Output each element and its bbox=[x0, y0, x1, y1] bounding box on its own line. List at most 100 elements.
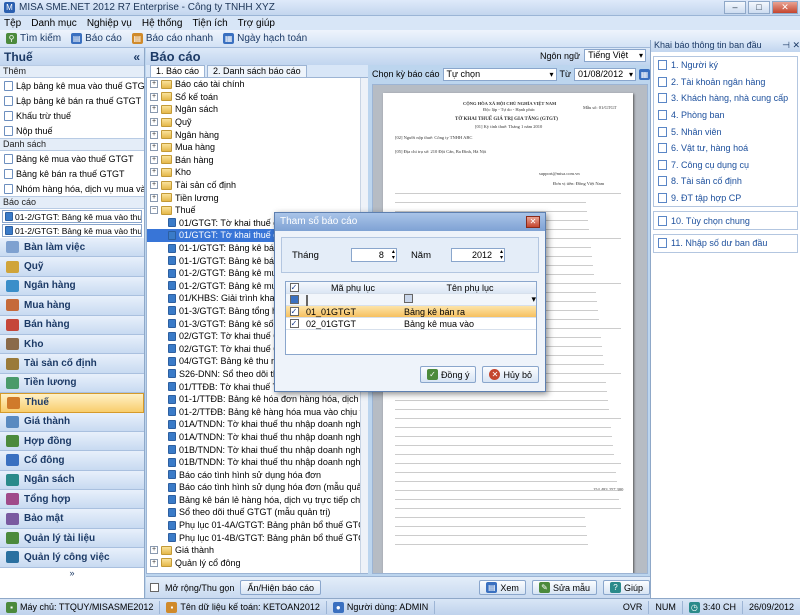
tree-item-32[interactable]: Báo cáo tình hình sử dụng hóa đơn (mẫu q… bbox=[147, 481, 367, 494]
module-8[interactable]: Thuế bbox=[0, 393, 144, 413]
expand-icon[interactable]: + bbox=[150, 118, 158, 127]
module-15[interactable]: Quản lý tài liệu bbox=[0, 528, 144, 549]
setup-item-group1-2[interactable]: 3. Khách hàng, nhà cung cấp bbox=[654, 90, 797, 107]
tree-item-8[interactable]: + Tài sản cố định bbox=[147, 179, 367, 192]
module-3[interactable]: Mua hàng bbox=[0, 296, 144, 316]
dialog-close-icon[interactable]: ✕ bbox=[526, 216, 540, 228]
expand-icon[interactable]: + bbox=[150, 105, 158, 114]
collapse-icon[interactable]: « bbox=[133, 50, 140, 64]
period-dropdown[interactable]: Tự chọn bbox=[442, 67, 557, 81]
tree-item-28[interactable]: 01A/TNDN: Tờ khai thuế thu nhập doanh ng… bbox=[147, 431, 367, 444]
select-all-checkbox[interactable]: ✓ bbox=[289, 283, 299, 292]
tree-item-38[interactable]: + Quản lý cổ đông bbox=[147, 557, 367, 570]
module-9[interactable]: Giá thành bbox=[0, 412, 144, 432]
setup-item-group1-6[interactable]: 7. Công cụ dụng cụ bbox=[654, 157, 797, 174]
tree-item-26[interactable]: 01-2/TTĐB: Bảng kê hàng hóa mua vào chịu… bbox=[147, 405, 367, 418]
report-combo-1[interactable]: 01-2/GTGT: Bảng kê mua vào thuế G... bbox=[2, 210, 142, 223]
tree-item-30[interactable]: 01B/TNDN: Tờ khai thuế thu nhập doanh ng… bbox=[147, 456, 367, 469]
filter-name-icon[interactable] bbox=[404, 294, 413, 303]
close-button[interactable]: ✕ bbox=[772, 1, 798, 14]
report-combo-2[interactable]: 01-2/GTGT: Bảng kê mua vào thuế GT▾ bbox=[2, 224, 142, 237]
tree-item-7[interactable]: + Kho bbox=[147, 166, 367, 179]
col-name-header[interactable]: Tên phụ lục bbox=[400, 283, 536, 293]
tree-item-25[interactable]: 01-1/TTĐB: Bảng kê hóa đơn hàng hóa, dịc… bbox=[147, 393, 367, 406]
report-button[interactable]: ▤ Báo cáo bbox=[71, 33, 122, 44]
quick-report-button[interactable]: ▤ Báo cáo nhanh bbox=[131, 33, 213, 44]
expand-icon[interactable]: + bbox=[150, 181, 158, 190]
module-13[interactable]: Tổng hợp bbox=[0, 490, 144, 510]
filter-icon[interactable] bbox=[289, 295, 299, 304]
expand-checkbox[interactable] bbox=[150, 583, 159, 592]
toggle-report-button[interactable]: Ẩn/Hiện báo cáo bbox=[240, 580, 321, 595]
menu-system[interactable]: Hệ thống bbox=[142, 18, 183, 29]
help-button[interactable]: ? Giúp bbox=[602, 580, 650, 595]
row-checkbox[interactable]: ✓ bbox=[289, 307, 299, 316]
setup-item-group2-0[interactable]: 10. Tùy chọn chung bbox=[654, 212, 797, 229]
appendix-row-0[interactable]: ✓ 01_01GTGT Bảng kê bán ra bbox=[286, 306, 536, 318]
from-date-field[interactable]: 01/08/2012 bbox=[574, 67, 637, 81]
setup-item-group1-4[interactable]: 5. Nhân viên bbox=[654, 123, 797, 140]
module-11[interactable]: Cổ đông bbox=[0, 451, 144, 471]
expand-icon[interactable]: + bbox=[150, 168, 158, 177]
tree-item-5[interactable]: + Mua hàng bbox=[147, 141, 367, 154]
search-button[interactable]: ⚲ Tìm kiếm bbox=[6, 33, 61, 44]
menu-utilities[interactable]: Tiện ích bbox=[192, 18, 227, 29]
module-7[interactable]: Tiền lương bbox=[0, 373, 144, 394]
expand-icon[interactable]: + bbox=[150, 546, 158, 555]
tab-report-list[interactable]: 2. Danh sách báo cáo bbox=[207, 65, 307, 77]
tree-item-36[interactable]: Phụ lục 01-4B/GTGT: Bảng phân bổ thuế GT… bbox=[147, 531, 367, 544]
list-item-0[interactable]: Bảng kê mua vào thuế GTGT bbox=[0, 151, 144, 166]
tree-item-9[interactable]: + Tiền lương bbox=[147, 191, 367, 204]
module-12[interactable]: Ngân sách bbox=[0, 470, 144, 491]
tree-item-3[interactable]: + Quỹ bbox=[147, 116, 367, 129]
module-4[interactable]: Bán hàng bbox=[0, 315, 144, 335]
tree-item-35[interactable]: Phụ lục 01-4A/GTGT: Bảng phân bổ thuế GT… bbox=[147, 519, 367, 532]
expand-icon[interactable]: + bbox=[150, 558, 158, 567]
pin-icon[interactable]: ⊣ ✕ bbox=[782, 40, 800, 52]
tree-item-0[interactable]: + Báo cáo tài chính bbox=[147, 78, 367, 91]
edit-template-button[interactable]: ✎ Sửa mẫu bbox=[531, 580, 597, 595]
list-item-2[interactable]: Nhóm hàng hóa, dịch vụ mua vào bbox=[0, 181, 144, 196]
module-14[interactable]: Bảo mật bbox=[0, 509, 144, 529]
year-spinner[interactable]: 2012 bbox=[451, 248, 505, 262]
setup-item-group3-0[interactable]: 11. Nhập số dư ban đầu bbox=[654, 235, 797, 252]
tree-item-34[interactable]: Sổ theo dõi thuế GTGT (mẫu quản trị) bbox=[147, 506, 367, 519]
ok-button[interactable]: ✓ Đồng ý bbox=[419, 366, 477, 383]
tree-item-1[interactable]: + Sổ kế toán bbox=[147, 91, 367, 104]
language-dropdown[interactable]: Tiếng Việt bbox=[584, 49, 647, 62]
tree-item-27[interactable]: 01A/TNDN: Tờ khai thuế thu nhập doanh ng… bbox=[147, 418, 367, 431]
month-spinner[interactable]: 8 bbox=[350, 248, 397, 262]
list-item-1[interactable]: Bảng kê bán ra thuế GTGT bbox=[0, 166, 144, 181]
setup-item-group1-0[interactable]: 1. Người ký bbox=[654, 57, 797, 74]
row-checkbox[interactable]: ✓ bbox=[289, 319, 299, 328]
add-item-1[interactable]: Lập bảng kê bán ra thuế GTGT bbox=[0, 93, 144, 108]
tree-item-33[interactable]: Bảng kê bán lẻ hàng hóa, dịch vụ trực ti… bbox=[147, 494, 367, 507]
view-button[interactable]: ▤ Xem bbox=[479, 580, 526, 595]
calendar-icon[interactable]: ▦ bbox=[639, 68, 651, 80]
cancel-button[interactable]: ✕ Hủy bỏ bbox=[482, 366, 539, 383]
module-1[interactable]: Quỹ bbox=[0, 257, 144, 277]
module-0[interactable]: Bàn làm việc bbox=[0, 238, 144, 258]
tree-item-6[interactable]: + Bán hàng bbox=[147, 154, 367, 167]
chevron-down-icon[interactable]: ▾ bbox=[531, 294, 536, 305]
expand-icon[interactable]: + bbox=[150, 92, 158, 101]
minimize-button[interactable]: – bbox=[724, 1, 746, 14]
menu-operations[interactable]: Nghiệp vụ bbox=[87, 18, 132, 29]
expand-icon[interactable]: + bbox=[150, 155, 158, 164]
setup-item-group1-7[interactable]: 8. Tài sản cố định bbox=[654, 173, 797, 190]
filter-code-icon[interactable] bbox=[306, 294, 308, 306]
add-item-0[interactable]: Lập bảng kê mua vào thuế GTGT bbox=[0, 78, 144, 93]
expand-icon[interactable]: − bbox=[150, 206, 158, 215]
expand-icon[interactable]: + bbox=[150, 193, 158, 202]
menu-help[interactable]: Trợ giúp bbox=[238, 18, 275, 29]
tree-item-29[interactable]: 01B/TNDN: Tờ khai thuế thu nhập doanh ng… bbox=[147, 443, 367, 456]
module-2[interactable]: Ngân hàng bbox=[0, 276, 144, 297]
setup-item-group1-5[interactable]: 6. Vật tư, hàng hoá bbox=[654, 140, 797, 157]
setup-item-group1-8[interactable]: 9. ĐT tập hợp CP bbox=[654, 190, 797, 207]
tree-item-2[interactable]: + Ngân sách bbox=[147, 103, 367, 116]
maximize-button[interactable]: □ bbox=[748, 1, 770, 14]
expand-icon[interactable]: + bbox=[150, 143, 158, 152]
col-code-header[interactable]: Mã phụ lục bbox=[302, 283, 400, 293]
menu-file[interactable]: Tệp bbox=[4, 18, 21, 29]
appendix-row-1[interactable]: ✓ 02_01GTGT Bảng kê mua vào bbox=[286, 318, 536, 330]
